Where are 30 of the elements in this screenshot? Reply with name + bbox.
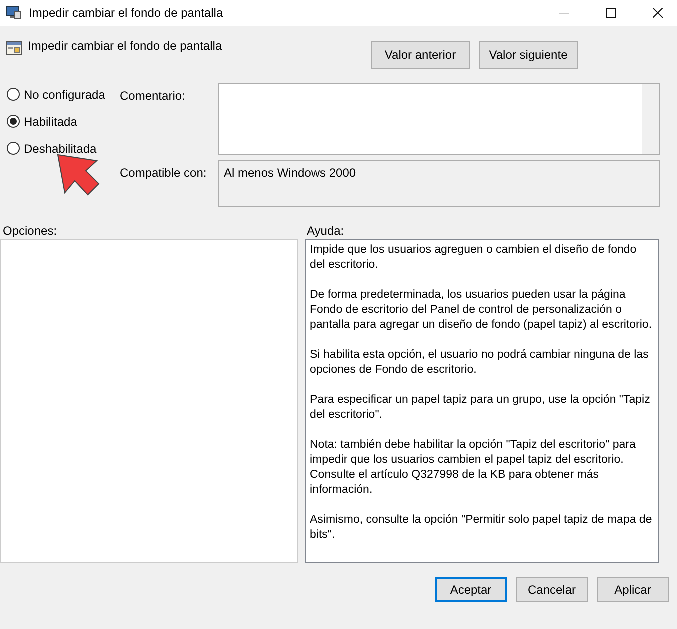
dialog-button[interactable]: Cancelar [516, 577, 588, 602]
radio-label[interactable]: Habilitada [24, 114, 78, 128]
help-paragraph: Para especificar un papel tapiz para un grupo, use la opción "Tapiz del escritorio". [310, 393, 652, 423]
app-icon [6, 5, 22, 21]
help-paragraph: De forma predeterminada, los usuarios pueden usar la página Fondo de escritorio del Panel de control de personalización o pantalla para agregar un diseño de fondo (papel tapiz) al escritorio. [310, 288, 654, 333]
help-label: Ayuda: [307, 224, 344, 238]
radio-label[interactable]: Deshabilitada [24, 142, 97, 156]
options-label: Opciones: [3, 224, 58, 238]
nav-button[interactable]: Valor anterior [371, 41, 470, 69]
radio-label[interactable]: No configurada [24, 88, 106, 102]
help-paragraph: Nota: también debe habilitar la opción "Tapiz del escritorio" para impedir que los usuarios cambien el papel tapiz del escritorio. Consulte el artículo Q327998 de la KB para obtener más información. [310, 438, 637, 498]
radio-button[interactable] [7, 142, 20, 155]
setting-title: Impedir cambiar el fondo de pantalla [28, 39, 224, 53]
radio-button[interactable] [7, 115, 20, 128]
arrow-annotation [55, 152, 101, 196]
maximize-icon[interactable] [606, 8, 616, 18]
help-paragraph: Si habilita esta opción, el usuario no podrá cambiar ninguna de las opciones de Fondo de escritorio. [310, 348, 650, 378]
compatible-field: Al menos Windows 2000 [218, 160, 660, 207]
setting-icon [6, 40, 22, 56]
help-paragraph: Asimismo, consulte la opción "Permitir solo papel tapiz de mapa de bits". [310, 513, 654, 543]
dialog-button[interactable]: Aceptar [435, 577, 507, 602]
comment-field[interactable] [218, 83, 660, 155]
close-icon[interactable] [653, 8, 663, 18]
dialog-button[interactable]: Aplicar [597, 577, 669, 602]
help-paragraph: Impide que los usuarios agreguen o cambien el diseño de fondo del escritorio. [310, 243, 638, 273]
radio-button[interactable] [7, 88, 20, 101]
compatible-label: Compatible con: [120, 165, 208, 182]
window-title: Impedir cambiar el fondo de pantalla [29, 6, 224, 20]
nav-button[interactable]: Valor siguiente [479, 41, 578, 69]
comment-label: Comentario: [120, 88, 186, 105]
